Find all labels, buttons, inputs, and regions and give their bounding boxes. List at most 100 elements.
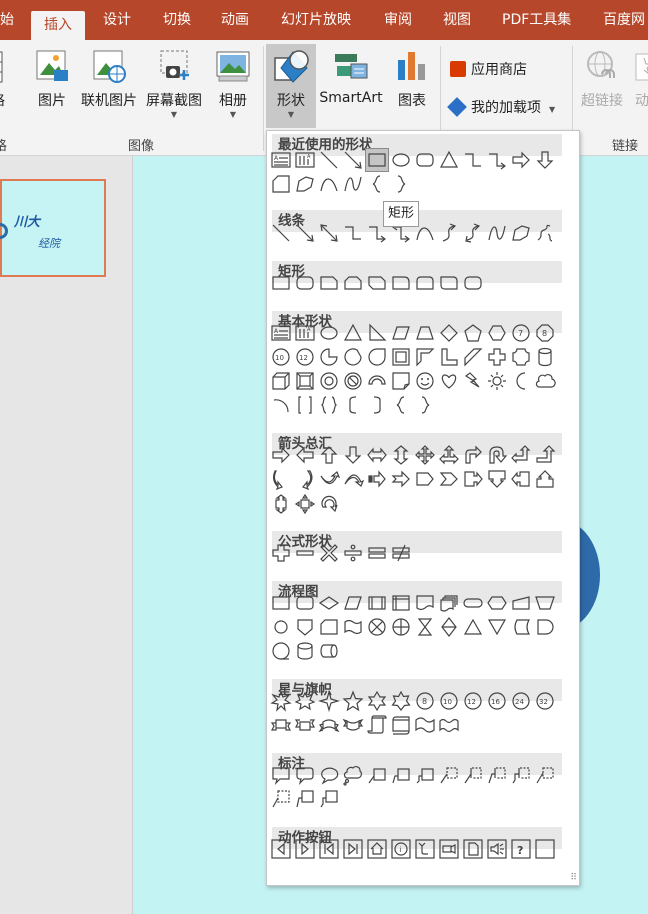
tab-7[interactable]: 视图	[443, 0, 471, 40]
shape-trapezoid-icon[interactable]	[414, 322, 436, 344]
shapes-button[interactable]: 形状 ▼	[266, 44, 316, 128]
shape-btn-document-icon[interactable]	[462, 838, 484, 860]
shape-arrow-line-icon[interactable]	[294, 222, 316, 244]
shape-direct-access-icon[interactable]	[318, 640, 340, 662]
shape-teardrop-icon[interactable]	[366, 346, 388, 368]
shape-left-brace-icon[interactable]	[366, 173, 388, 195]
shape-btn-forward-icon[interactable]	[294, 838, 316, 860]
shape-up-arrow-callout-icon[interactable]	[534, 468, 556, 490]
shape-btn-end-icon[interactable]	[342, 838, 364, 860]
shape-s-curve-icon[interactable]	[342, 173, 364, 195]
shape-left-up-arrow-icon[interactable]	[510, 444, 532, 466]
shape-star5-icon[interactable]	[342, 690, 364, 712]
shape-horizontal-scroll-icon[interactable]	[390, 714, 412, 736]
shape-vertical-scroll-icon[interactable]	[366, 714, 388, 736]
shape-arc-icon[interactable]	[270, 394, 292, 416]
shape-punched-tape-icon[interactable]	[342, 616, 364, 638]
shape-star7-icon[interactable]	[390, 690, 412, 712]
shape-btn-custom-icon[interactable]	[534, 838, 556, 860]
shape-line-callout2-icon[interactable]	[390, 764, 412, 786]
shape-block-arc-icon[interactable]	[366, 370, 388, 392]
shape-btn-back-icon[interactable]	[270, 838, 292, 860]
shape-right-arrow-callout-icon[interactable]	[462, 468, 484, 490]
shape-preparation-icon[interactable]	[486, 592, 508, 614]
tab-5[interactable]: 幻灯片放映	[281, 0, 351, 40]
shape-divide-icon[interactable]	[342, 542, 364, 564]
shape-pie-icon[interactable]	[318, 346, 340, 368]
shape-double-bracket-icon[interactable]	[294, 394, 316, 416]
shape-accent-callout2-icon[interactable]	[486, 764, 508, 786]
tab-1[interactable]: 插入	[31, 11, 85, 40]
shape-parallelogram-icon[interactable]	[390, 322, 412, 344]
shape-curved-down-arrow-icon[interactable]	[342, 468, 364, 490]
shape-left-right-up-arrow-icon[interactable]	[438, 444, 460, 466]
shape-quad-arrow-callout-icon[interactable]	[294, 493, 316, 515]
shape-snip-1-icon[interactable]	[318, 272, 340, 294]
shape-u-turn-arrow-icon[interactable]	[486, 444, 508, 466]
shape-pentagon-icon[interactable]	[462, 322, 484, 344]
smartart-button[interactable]: SmartArt	[318, 44, 384, 106]
shape-cloud-icon[interactable]	[534, 370, 556, 392]
shape-up-down-callout-icon[interactable]	[270, 493, 292, 515]
shape-round-1-icon[interactable]	[390, 272, 412, 294]
shape-btn-home-icon[interactable]	[366, 838, 388, 860]
shape-frame-icon[interactable]	[390, 346, 412, 368]
shape-right-brace-icon[interactable]	[414, 394, 436, 416]
shape-s-curve-icon[interactable]	[486, 222, 508, 244]
shape-curve-icon[interactable]	[318, 173, 340, 195]
shape-ribbon-up-icon[interactable]	[270, 714, 292, 736]
shape-down-arrow-callout-icon[interactable]	[486, 468, 508, 490]
shape-btn-help-icon[interactable]: ?	[510, 838, 532, 860]
shape-triangle-icon[interactable]	[438, 149, 460, 171]
shape-collate-icon[interactable]	[414, 616, 436, 638]
slide-thumbnail[interactable]: 川大 经院	[0, 179, 106, 277]
shape-right-arrow-icon[interactable]	[510, 149, 532, 171]
tab-6[interactable]: 审阅	[384, 0, 412, 40]
shape-dodecagon-icon[interactable]: 12	[294, 346, 316, 368]
shape-round-rect-icon[interactable]	[294, 272, 316, 294]
shape-hexagon-icon[interactable]	[486, 322, 508, 344]
shape-minus-icon[interactable]	[294, 542, 316, 564]
shape-line-callout1-icon[interactable]	[366, 764, 388, 786]
shape-btn-sound-icon[interactable]	[486, 838, 508, 860]
shape-stored-data-icon[interactable]	[510, 616, 532, 638]
shape-right-brace-icon[interactable]	[390, 173, 412, 195]
shape-rect-icon[interactable]	[270, 272, 292, 294]
shape-pentagon-arrow-icon[interactable]	[414, 468, 436, 490]
shape-vtextbox-icon[interactable]: A	[294, 322, 316, 344]
shape-curved-right-arrow-icon[interactable]	[270, 468, 292, 490]
shape-ribbon-down-icon[interactable]	[294, 714, 316, 736]
shape-up-down-arrow-icon[interactable]	[390, 444, 412, 466]
shape-extract-icon[interactable]	[462, 616, 484, 638]
hyperlink-button[interactable]: 超链接	[578, 44, 626, 110]
shape-curved-left-arrow-icon[interactable]	[294, 468, 316, 490]
shape-double-wave-icon[interactable]	[438, 714, 460, 736]
addins-button[interactable]: 我的加载项 ▼	[447, 97, 555, 117]
shape-accent-callout1-icon[interactable]	[462, 764, 484, 786]
shape-btn-info-icon[interactable]: i	[390, 838, 412, 860]
shape-round-2-icon[interactable]	[414, 272, 436, 294]
shape-curved-ribbon-down-icon[interactable]	[342, 714, 364, 736]
shape-oval-icon[interactable]	[390, 149, 412, 171]
shape-process-icon[interactable]	[270, 592, 292, 614]
shape-internal-storage-icon[interactable]	[390, 592, 412, 614]
shape-quad-arrow-icon[interactable]	[414, 444, 436, 466]
shape-rect-icon[interactable]	[365, 148, 389, 172]
shape-bent-arrow-icon[interactable]	[462, 444, 484, 466]
shape-data-icon[interactable]	[342, 592, 364, 614]
resize-grip-icon[interactable]: ⠿	[570, 873, 577, 883]
shape-scribble-icon[interactable]	[534, 222, 556, 244]
shape-plaque-icon[interactable]	[510, 346, 532, 368]
shape-alternate-process-icon[interactable]	[294, 592, 316, 614]
shape-heart-icon[interactable]	[438, 370, 460, 392]
shape-elbow-icon[interactable]	[342, 222, 364, 244]
shape-curved-ribbon-up-icon[interactable]	[318, 714, 340, 736]
shape-diamond-icon[interactable]	[438, 322, 460, 344]
shape-diag-stripe-icon[interactable]	[462, 346, 484, 368]
shape-elbow-icon[interactable]	[462, 149, 484, 171]
shape-round-diag-icon[interactable]	[438, 272, 460, 294]
table-button[interactable]: 格	[0, 44, 12, 110]
shape-decision-icon[interactable]	[318, 592, 340, 614]
shape-snip-diag-icon[interactable]	[366, 272, 388, 294]
shape-btn-movie-icon[interactable]	[438, 838, 460, 860]
